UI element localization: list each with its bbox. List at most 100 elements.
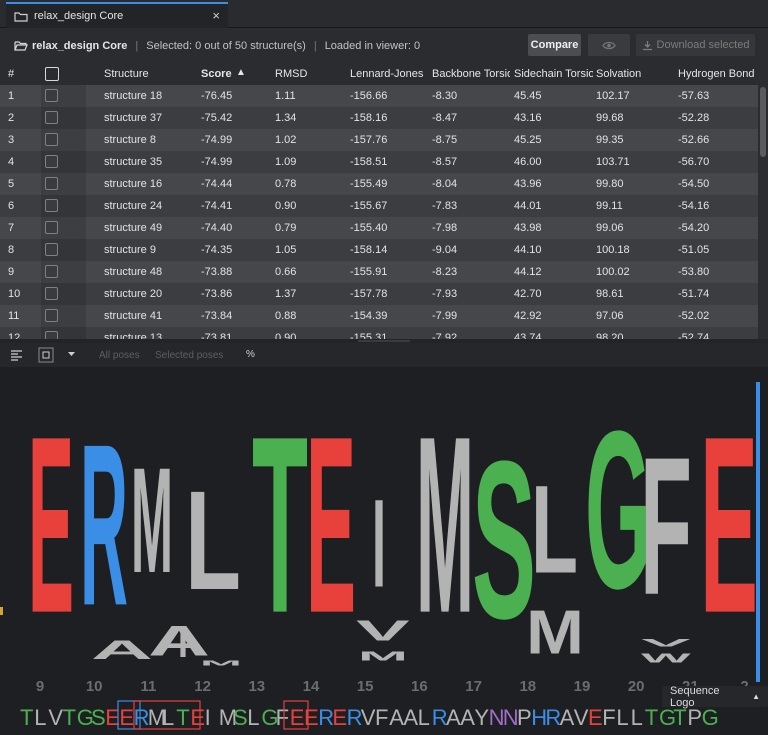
position-tick: 14 [303, 678, 320, 695]
sequence-residue[interactable]: I [205, 705, 211, 730]
align-left-icon[interactable] [10, 349, 23, 361]
sequence-residue[interactable]: T [673, 705, 686, 730]
sequence-residue[interactable]: T [63, 705, 76, 730]
sequence-residue[interactable]: E [190, 705, 205, 730]
sequence-residue[interactable]: V [361, 705, 376, 730]
sequence-residue[interactable]: V [574, 705, 589, 730]
tab-bar: relax_design Core × [0, 0, 768, 28]
col-header-backbone-torsion[interactable]: Backbone Torsion [432, 68, 510, 80]
col-header-hydrogen-bond[interactable]: Hydrogen Bond [678, 68, 758, 80]
sequence-residue[interactable]: E [588, 705, 603, 730]
table-row[interactable]: 7 structure 49 -74.40 0.79 -155.40 -7.98 43.98… [0, 217, 758, 239]
sequence-residue[interactable]: A [560, 705, 575, 730]
row-checkbox[interactable] [45, 331, 58, 339]
table-row[interactable]: 4 structure 35 -74.99 1.09 -158.51 -8.57 46.00… [0, 151, 758, 173]
sequence-residue[interactable]: E [290, 705, 305, 730]
table-row[interactable]: 10 structure 20 -73.86 1.37 -157.78 -7.93 42.7… [0, 283, 758, 305]
download-selected-button[interactable]: Download selected [636, 34, 755, 56]
table-row[interactable]: 11 structure 41 -73.84 0.88 -154.39 -7.99 42.9… [0, 305, 758, 327]
col-header-sidechain-torsion[interactable]: Sidechain Torsion [514, 68, 593, 80]
sequence-residue[interactable]: A [460, 705, 475, 730]
compare-button[interactable]: Compare [528, 34, 581, 56]
col-header-rmsd[interactable]: RMSD [275, 68, 345, 80]
col-header-lennard-jones[interactable]: Lennard-Jones [350, 68, 428, 80]
percent-toggle[interactable]: % [246, 349, 255, 360]
row-checkbox[interactable] [45, 111, 58, 124]
sequence-residue[interactable]: E [119, 705, 134, 730]
row-checkbox[interactable] [45, 199, 58, 212]
table-row[interactable]: 5 structure 16 -74.44 0.78 -155.49 -8.04 43.96… [0, 173, 758, 195]
view-button[interactable] [588, 34, 630, 56]
sort-ascending-icon[interactable]: ▲ [236, 67, 246, 78]
sequence-residue[interactable]: A [389, 705, 404, 730]
sequence-residue[interactable]: V [48, 705, 63, 730]
row-checkbox[interactable] [45, 133, 58, 146]
col-header-solvation[interactable]: Solvation [596, 68, 674, 80]
results-table: # Structure Score ▲ RMSD Lennard-Jones B… [0, 63, 768, 339]
scrollbar-thumb[interactable] [760, 87, 766, 157]
sequence-residue[interactable]: L [631, 705, 643, 730]
table-row[interactable]: 6 structure 24 -74.41 0.90 -155.67 -7.83 44.01… [0, 195, 758, 217]
table-row[interactable]: 1 structure 18 -76.45 1.11 -156.66 -8.30 45.45… [0, 85, 758, 107]
sequence-residue[interactable]: L [162, 705, 174, 730]
row-checkbox[interactable] [45, 221, 58, 234]
sequence-residue[interactable]: S [91, 705, 106, 730]
row-checkbox[interactable] [45, 287, 58, 300]
close-icon[interactable]: × [212, 8, 220, 23]
sequence-residue[interactable]: L [34, 705, 46, 730]
sequence-residue[interactable]: P [687, 705, 702, 730]
table-scrollbar[interactable] [758, 85, 768, 339]
col-header-score[interactable]: Score [201, 68, 232, 80]
row-checkbox[interactable] [45, 243, 58, 256]
col-header-structure[interactable]: Structure [104, 68, 196, 80]
sequence-residue[interactable]: P [517, 705, 532, 730]
table-row[interactable]: 3 structure 8 -74.99 1.02 -157.76 -8.75 45.25 9… [0, 129, 758, 151]
sequence-residue[interactable]: E [304, 705, 319, 730]
frame-icon[interactable] [38, 347, 54, 363]
sequence-residue[interactable]: F [276, 705, 289, 730]
cell-score: -73.81 [201, 332, 233, 339]
row-checkbox[interactable] [45, 265, 58, 278]
table-row[interactable]: 12 structure 13 -73.81 0.90 -155.31 -7.92 43.7… [0, 327, 758, 339]
sequence-residue[interactable]: S [233, 705, 248, 730]
sequence-residue[interactable]: F [602, 705, 615, 730]
table-row[interactable]: 9 structure 48 -73.88 0.66 -155.91 -8.23 44.12… [0, 261, 758, 283]
cell-sidechain-torsion: 43.98 [514, 222, 542, 234]
caret-down-icon[interactable] [68, 352, 75, 357]
sequence-logo-toggle[interactable]: Sequence Logo ▲ [662, 685, 768, 709]
all-poses-option[interactable]: All poses [99, 350, 140, 361]
cell-sidechain-torsion: 43.74 [514, 332, 542, 339]
sequence-residue[interactable]: T [20, 705, 33, 730]
position-tick: 11 [140, 678, 156, 695]
row-checkbox[interactable] [45, 89, 58, 102]
selected-poses-option[interactable]: Selected poses [155, 350, 223, 361]
sequence-residue[interactable]: A [403, 705, 418, 730]
row-checkbox[interactable] [45, 177, 58, 190]
cell-rmsd: 0.79 [275, 222, 297, 234]
sequence-residue[interactable]: G [702, 705, 719, 730]
cell-score: -74.99 [201, 134, 233, 146]
table-row[interactable]: 8 structure 9 -74.35 1.05 -158.14 -9.04 44.10 1… [0, 239, 758, 261]
splitter-grip[interactable] [358, 340, 410, 342]
sequence-residue[interactable]: F [375, 705, 388, 730]
sequence-residue[interactable]: T [645, 705, 658, 730]
sequence-logo-panel: ERMLAAMITEIVMMSLMGFVWE 9 10 11 12 13 14 15 16 17… [0, 367, 768, 735]
sequence-residue[interactable]: E [332, 705, 347, 730]
sequence-residue[interactable]: A [446, 705, 461, 730]
row-checkbox[interactable] [45, 309, 58, 322]
cell-hydrogen-bond: -52.02 [678, 310, 710, 322]
sequence-residue[interactable]: L [418, 705, 430, 730]
sequence-residue[interactable]: T [176, 705, 189, 730]
cell-sidechain-torsion: 46.00 [514, 156, 542, 168]
sequence-residue[interactable]: L [247, 705, 259, 730]
cell-hydrogen-bond: -54.20 [678, 222, 710, 234]
table-row[interactable]: 2 structure 37 -75.42 1.34 -158.16 -8.47 43.16… [0, 107, 758, 129]
sequence-residue[interactable]: L [616, 705, 628, 730]
select-all-checkbox[interactable] [45, 67, 59, 81]
cell-score: -74.35 [201, 244, 233, 256]
sequence-residue[interactable]: Y [474, 705, 489, 730]
row-checkbox[interactable] [45, 155, 58, 168]
cell-row-index: 4 [8, 156, 15, 168]
toolbar-separator: | [135, 39, 139, 52]
tab-relax-design-core[interactable]: relax_design Core × [6, 2, 228, 28]
